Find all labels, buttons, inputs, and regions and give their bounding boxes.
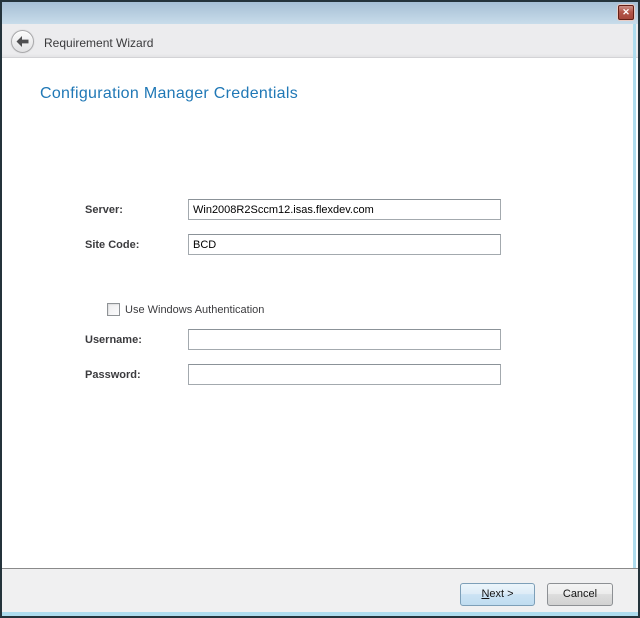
back-arrow-icon — [16, 36, 29, 47]
username-input[interactable] — [188, 329, 501, 350]
window-edge-strip-right — [633, 24, 636, 612]
window-edge-strip-bottom — [2, 612, 638, 616]
windows-auth-checkbox[interactable] — [107, 303, 120, 316]
username-label: Username: — [85, 334, 142, 346]
footer-bar — [2, 569, 638, 612]
next-button[interactable]: Next > — [460, 583, 535, 606]
next-button-label: ext > — [489, 588, 513, 600]
wizard-title: Requirement Wizard — [44, 36, 153, 50]
server-label: Server: — [85, 204, 123, 216]
close-icon: ✕ — [622, 7, 630, 17]
page-title: Configuration Manager Credentials — [40, 85, 298, 103]
password-input[interactable] — [188, 364, 501, 385]
server-input[interactable] — [188, 199, 501, 220]
content-area — [2, 59, 638, 568]
title-bar — [2, 2, 638, 24]
windows-auth-label: Use Windows Authentication — [125, 304, 264, 316]
site-code-label: Site Code: — [85, 239, 139, 251]
cancel-button[interactable]: Cancel — [547, 583, 613, 606]
password-label: Password: — [85, 369, 141, 381]
back-button[interactable] — [11, 30, 34, 53]
wizard-window: ✕ Requirement Wizard Configuration Manag… — [0, 0, 640, 618]
close-button[interactable]: ✕ — [618, 5, 634, 20]
site-code-input[interactable] — [188, 234, 501, 255]
